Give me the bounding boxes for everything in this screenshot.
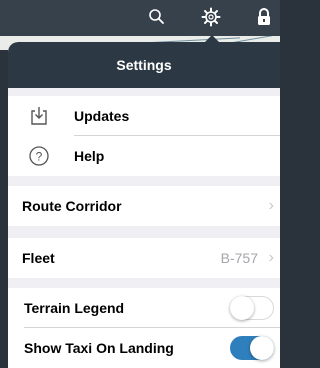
fleet-label: Fleet (22, 250, 55, 266)
show-taxi-toggle[interactable] (230, 336, 274, 360)
settings-popover: Settings Updates ? Help Route Corridor ›… (8, 42, 280, 368)
updates-row[interactable]: Updates (8, 96, 280, 136)
help-row[interactable]: ? Help (8, 136, 280, 176)
show-taxi-label: Show Taxi On Landing (24, 340, 174, 356)
toggle-knob (229, 295, 254, 320)
download-icon (28, 105, 50, 127)
fleet-row[interactable]: Fleet B-757 › (8, 238, 280, 278)
gear-icon[interactable] (200, 6, 222, 28)
help-label: Help (74, 148, 105, 164)
top-toolbar (0, 0, 280, 36)
terrain-legend-label: Terrain Legend (24, 300, 125, 316)
updates-label: Updates (74, 108, 130, 124)
show-taxi-row: Show Taxi On Landing (8, 328, 280, 368)
popover-title: Settings (116, 57, 172, 73)
fleet-value: B-757 (220, 250, 258, 266)
terrain-legend-toggle[interactable] (229, 295, 274, 320)
route-corridor-label: Route Corridor (22, 198, 122, 214)
help-icon: ? (28, 145, 50, 167)
lock-icon[interactable] (253, 6, 275, 28)
search-icon[interactable] (146, 6, 168, 28)
toggle-knob (250, 336, 274, 360)
terrain-legend-row: Terrain Legend (8, 288, 280, 328)
svg-text:?: ? (36, 150, 43, 164)
route-corridor-row[interactable]: Route Corridor › (8, 186, 280, 226)
chevron-right-icon: › (268, 249, 274, 266)
chevron-right-icon: › (268, 197, 274, 214)
popover-header: Settings (8, 42, 280, 88)
